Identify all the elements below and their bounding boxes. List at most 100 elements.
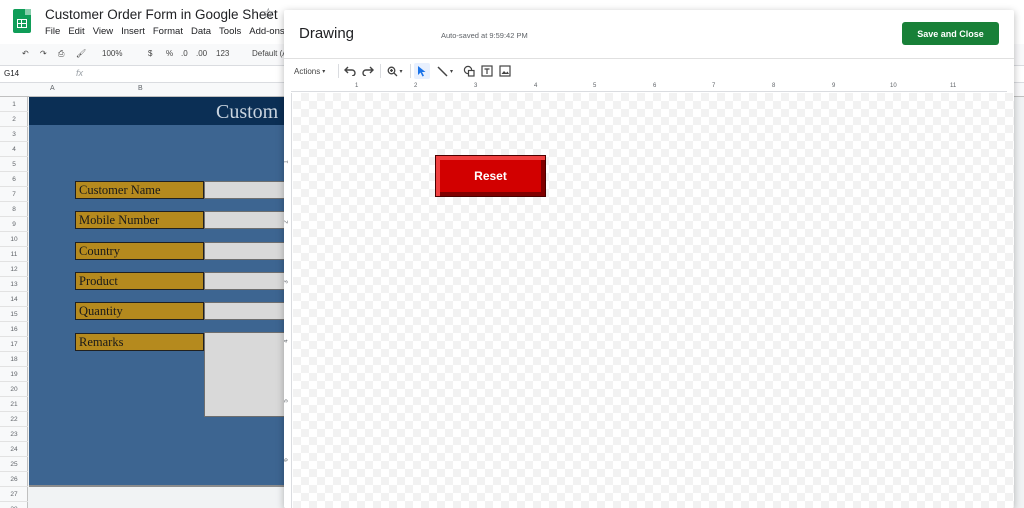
row-header[interactable]: 9 — [0, 217, 28, 232]
toolbar-separator — [380, 64, 381, 78]
row-header[interactable]: 1 — [0, 97, 28, 112]
field-label-product: Product — [75, 272, 204, 290]
column-header-a[interactable]: A — [50, 85, 55, 92]
chevron-down-icon: ▾ — [322, 68, 326, 75]
row-header[interactable]: 25 — [0, 457, 28, 472]
shape-tool[interactable] — [461, 63, 477, 79]
star-icon[interactable]: ☆ — [262, 5, 275, 22]
undo-icon[interactable] — [342, 63, 358, 79]
name-box[interactable]: G14 — [4, 69, 19, 78]
drawing-canvas[interactable]: Reset — [293, 93, 1014, 508]
row-header[interactable]: 19 — [0, 367, 28, 382]
menu-tools[interactable]: Tools — [219, 26, 241, 37]
percent-format-button[interactable]: % — [166, 49, 173, 58]
reset-button-label: Reset — [474, 169, 507, 183]
ruler-v-label: 2 — [284, 220, 290, 224]
row-header[interactable]: 13 — [0, 277, 28, 292]
row-header[interactable]: 5 — [0, 157, 28, 172]
row-header[interactable]: 8 — [0, 202, 28, 217]
row-header[interactable]: 24 — [0, 442, 28, 457]
menu-edit[interactable]: Edit — [68, 26, 84, 37]
ruler-h-label: 4 — [534, 83, 538, 89]
row-header[interactable]: 20 — [0, 382, 28, 397]
menu-format[interactable]: Format — [153, 26, 183, 37]
actions-menu[interactable]: Actions ▾ — [294, 63, 325, 79]
zoom-select[interactable]: 100% — [102, 49, 122, 58]
number-format-select[interactable]: 123 — [216, 49, 229, 58]
field-label-customer-name: Customer Name — [75, 181, 204, 199]
mobile-number-input[interactable] — [204, 211, 289, 229]
row-header[interactable]: 11 — [0, 247, 28, 262]
drawing-toolbar: Actions ▾ ▾ ▾ — [284, 60, 1014, 82]
menu-file[interactable]: File — [45, 26, 60, 37]
column-header-b[interactable]: B — [138, 85, 143, 92]
row-header[interactable]: 10 — [0, 232, 28, 247]
row-header[interactable]: 23 — [0, 427, 28, 442]
row-header[interactable]: 14 — [0, 292, 28, 307]
dialog-title: Drawing — [299, 25, 355, 42]
decrease-decimal-button[interactable]: .0 — [181, 49, 188, 58]
dialog-header: Drawing Auto-saved at 9:59:42 PM Save an… — [284, 10, 1014, 59]
actions-menu-label: Actions — [294, 66, 321, 76]
currency-format-button[interactable]: $ — [148, 49, 152, 58]
vertical-ruler: 1 2 3 4 5 6 — [284, 93, 292, 508]
remarks-input[interactable] — [204, 332, 289, 417]
chevron-down-icon: ▾ — [449, 68, 453, 75]
redo-icon[interactable]: ↷ — [40, 49, 47, 58]
ruler-h-label: 10 — [890, 83, 897, 89]
field-label-quantity: Quantity — [75, 302, 204, 320]
row-header[interactable]: 16 — [0, 322, 28, 337]
menu-addons[interactable]: Add-ons — [249, 26, 284, 37]
customer-name-input[interactable] — [204, 181, 289, 199]
redo-icon[interactable] — [360, 63, 376, 79]
row-header[interactable]: 2 — [0, 112, 28, 127]
row-header[interactable]: 7 — [0, 187, 28, 202]
toolbar-separator — [410, 64, 411, 78]
image-icon — [499, 65, 511, 77]
row-header[interactable]: 3 — [0, 127, 28, 142]
row-header[interactable]: 12 — [0, 262, 28, 277]
row-header[interactable]: 17 — [0, 337, 28, 352]
ruler-v-label: 6 — [284, 458, 290, 462]
fx-icon: fx — [76, 68, 84, 78]
row-header[interactable]: 22 — [0, 412, 28, 427]
autosave-status: Auto-saved at 9:59:42 PM — [441, 31, 528, 40]
ruler-v-label: 5 — [284, 399, 290, 403]
row-header[interactable]: 28 — [0, 502, 28, 508]
undo-icon[interactable]: ↶ — [22, 49, 29, 58]
reset-button-shape[interactable]: Reset — [435, 155, 546, 197]
sheets-logo-icon[interactable] — [13, 9, 31, 33]
print-icon[interactable]: ⎙ — [58, 49, 64, 59]
increase-decimal-button[interactable]: .00 — [196, 49, 207, 58]
ruler-v-label: 3 — [284, 280, 290, 284]
field-label-remarks: Remarks — [75, 333, 204, 351]
row-header[interactable]: 26 — [0, 472, 28, 487]
product-input[interactable] — [204, 272, 289, 290]
menu-view[interactable]: View — [93, 26, 113, 37]
row-header[interactable]: 4 — [0, 142, 28, 157]
paint-format-icon[interactable]: 🖌 — [76, 49, 86, 58]
row-header[interactable]: 15 — [0, 307, 28, 322]
image-tool[interactable] — [497, 63, 513, 79]
save-and-close-button[interactable]: Save and Close — [902, 22, 999, 45]
ruler-h-label: 5 — [593, 83, 597, 89]
row-header[interactable]: 6 — [0, 172, 28, 187]
zoom-menu[interactable]: ▾ — [384, 63, 406, 79]
line-tool[interactable]: ▾ — [433, 63, 457, 79]
cursor-arrow-icon — [418, 66, 426, 77]
menu-insert[interactable]: Insert — [121, 26, 145, 37]
toolbar-separator — [338, 64, 339, 78]
document-title[interactable]: Customer Order Form in Google Sheet — [45, 7, 278, 22]
ruler-h-label: 9 — [832, 83, 836, 89]
row-header[interactable]: 27 — [0, 487, 28, 502]
zoom-icon — [388, 66, 398, 76]
row-header[interactable]: 21 — [0, 397, 28, 412]
chevron-down-icon: ▾ — [399, 68, 403, 75]
country-input[interactable] — [204, 242, 289, 260]
row-header[interactable]: 18 — [0, 352, 28, 367]
ruler-v-label: 4 — [284, 339, 290, 343]
select-tool[interactable] — [414, 63, 430, 79]
text-box-tool[interactable] — [479, 63, 495, 79]
quantity-input[interactable] — [204, 302, 289, 320]
menu-data[interactable]: Data — [191, 26, 211, 37]
